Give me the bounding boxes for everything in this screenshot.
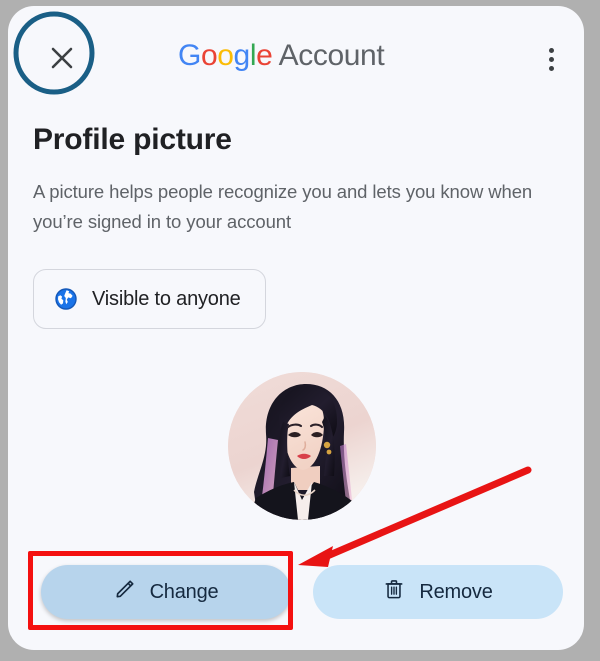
logo-letter-o2: o (217, 39, 234, 72)
brand-suffix: Account (272, 39, 385, 72)
remove-button[interactable]: Remove (313, 565, 563, 619)
dot (548, 47, 554, 53)
avatar-image (228, 372, 376, 520)
dot (548, 65, 554, 71)
dot (548, 56, 554, 62)
remove-button-label: Remove (419, 580, 493, 603)
page-title: Profile picture (33, 123, 232, 156)
dialog-header: Google Account (8, 6, 584, 102)
close-x-icon (47, 43, 77, 73)
change-button[interactable]: Change (41, 565, 291, 619)
profile-avatar[interactable] (228, 372, 376, 520)
close-button[interactable] (36, 32, 88, 84)
logo-letter-o1: o (200, 39, 218, 72)
change-button-label: Change (149, 580, 219, 603)
visibility-label: Visible to anyone (92, 287, 241, 310)
globe-icon (54, 287, 78, 311)
page-description: A picture helps people recognize you and… (33, 181, 533, 232)
screen: Google Account Profile picture A picture… (0, 0, 600, 661)
profile-picture-dialog: Google Account Profile picture A picture… (8, 6, 584, 650)
trash-delete-icon (383, 578, 405, 606)
logo-letter-e: e (256, 39, 273, 72)
more-vertical-icon[interactable] (536, 38, 566, 80)
google-account-title: Google Account (178, 36, 385, 76)
logo-letter-g: G (178, 39, 201, 72)
pencil-edit-icon (114, 578, 136, 606)
visibility-chip[interactable]: Visible to anyone (33, 269, 266, 329)
logo-letter-g2: g (233, 39, 251, 72)
